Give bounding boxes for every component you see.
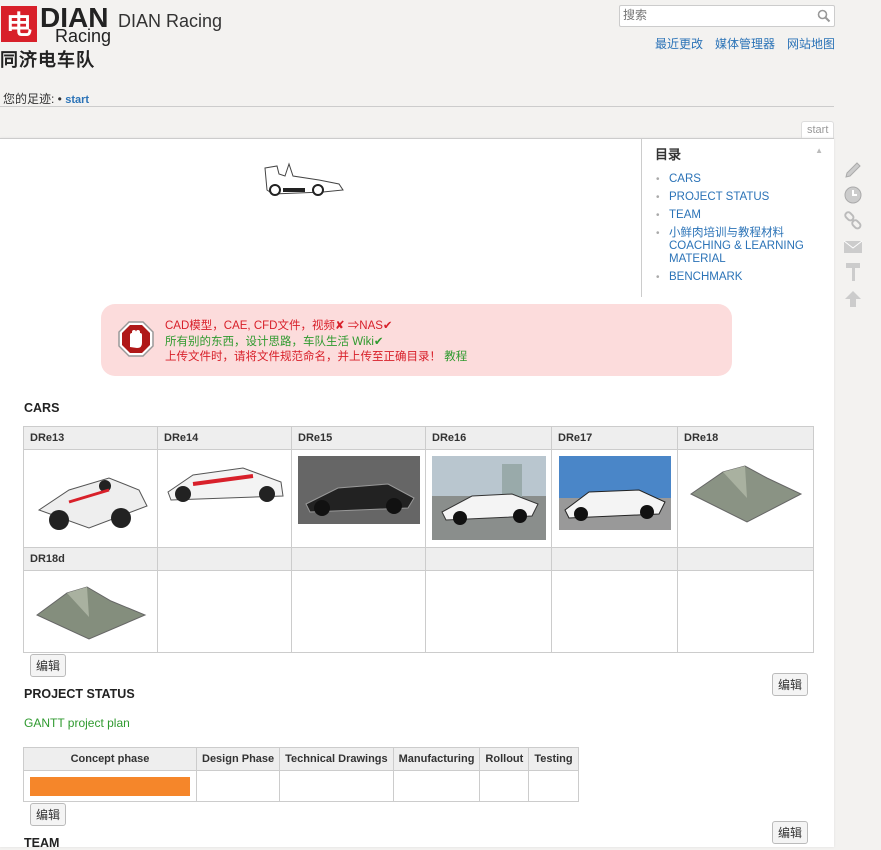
search-input[interactable]: [620, 6, 816, 24]
page-content: 目录 ▲ CARS PROJECT STATUS TEAM 小鲜肉培训与教程材料…: [0, 138, 835, 850]
subscribe-mail-icon[interactable]: [843, 237, 863, 257]
toc-collapse-icon[interactable]: ▲: [815, 146, 823, 155]
edit-button-status-section[interactable]: 编辑: [772, 821, 809, 844]
car-image-cell[interactable]: [291, 449, 426, 548]
edit-button-status-table[interactable]: 编辑: [30, 803, 67, 826]
car-header-dre14: DRe14: [157, 426, 292, 450]
section-heading-team: TEAM: [24, 836, 60, 850]
empty-header-cell: [291, 547, 426, 571]
empty-cell: [677, 570, 814, 653]
car-header-dre13: DRe13: [23, 426, 158, 450]
empty-cell: [392, 770, 481, 802]
car-header-dre15: DRe15: [291, 426, 426, 450]
notice-line-1: CAD模型，CAE, CFD文件，视频✘ ⇒NAS✔: [165, 320, 393, 332]
logo-racing-text: Racing: [55, 26, 112, 46]
empty-header-cell: [157, 547, 292, 571]
section-heading-project-status: PROJECT STATUS: [24, 687, 135, 701]
logo-chinese-text: 同济电车队: [0, 50, 95, 70]
car-header-dre18: DRe18: [677, 426, 814, 450]
sitemap-link[interactable]: 网站地图: [787, 35, 835, 52]
car-photo-dre13[interactable]: [29, 450, 153, 542]
media-manager-link[interactable]: 媒体管理器: [715, 35, 775, 52]
phase-header: Technical Drawings: [279, 747, 394, 771]
toc-item-team[interactable]: TEAM: [656, 209, 819, 222]
car-image-cell[interactable]: [23, 449, 158, 548]
empty-header-cell: [677, 547, 814, 571]
empty-cell: [551, 570, 678, 653]
site-logo[interactable]: 电 DIAN Racing 同济电车队: [0, 2, 112, 70]
old-revisions-clock-icon[interactable]: [843, 185, 863, 205]
empty-cell: [279, 770, 394, 802]
empty-cell: [157, 570, 292, 653]
cars-table: DRe13 DRe14 DRe15 DRe16 DRe17 DRe18 DR18…: [23, 426, 814, 653]
page-id-tab: start: [801, 121, 835, 138]
site-title[interactable]: DIAN Racing: [118, 11, 222, 32]
empty-cell: [291, 570, 426, 653]
empty-cell: [528, 770, 579, 802]
table-row: [23, 449, 814, 548]
car-image-cell[interactable]: [677, 449, 814, 548]
car-photo-dre15[interactable]: [297, 456, 420, 524]
terrain-render-dre18[interactable]: [687, 458, 805, 528]
svg-text:电: 电: [6, 11, 32, 41]
car-header-dre17: DRe17: [551, 426, 678, 450]
table-row: DR18d: [23, 547, 814, 571]
table-row: [23, 570, 814, 653]
outdated-roller-icon[interactable]: [843, 262, 863, 282]
car-image-cell[interactable]: [157, 449, 292, 548]
empty-header-cell: [425, 547, 552, 571]
car-image-cell[interactable]: [551, 449, 678, 548]
phase-header: Testing: [528, 747, 579, 771]
recent-changes-link[interactable]: 最近更改: [655, 35, 703, 52]
car-header-dr18d: DR18d: [23, 547, 158, 571]
edit-button-cars-section[interactable]: 编辑: [772, 673, 809, 696]
car-photo-dre14[interactable]: [163, 450, 287, 510]
gantt-link[interactable]: GANTT project plan: [24, 716, 130, 730]
table-row: DRe13 DRe14 DRe15 DRe16 DRe17 DRe18: [23, 426, 814, 450]
search-box[interactable]: [619, 5, 835, 27]
car-image-cell[interactable]: [425, 449, 552, 548]
phase-header: Manufacturing: [392, 747, 481, 771]
notice-line-3-text: 上传文件时，请将文件规范命名，并上传至正确目录！: [165, 351, 441, 363]
car-photo-dre16[interactable]: [431, 456, 546, 540]
notice-line-2: 所有别的东西，设计思路，车队生活 Wiki✔: [165, 336, 384, 348]
stop-hand-icon: [118, 321, 154, 357]
breadcrumb: 您的足迹: • start: [3, 90, 89, 107]
empty-cell: [479, 770, 530, 802]
backlinks-chain-icon[interactable]: [843, 211, 863, 231]
toc-item-coaching[interactable]: 小鲜肉培训与教程材料 COACHING & LEARNING MATERIAL: [656, 227, 819, 266]
car-image-cell[interactable]: [23, 570, 158, 653]
table-row: [23, 770, 579, 802]
search-icon[interactable]: [817, 9, 831, 23]
notice-line-3: 上传文件时，请将文件规范命名，并上传至正确目录！ 教程: [165, 348, 467, 364]
concept-progress-bar: [30, 776, 190, 796]
empty-cell: [425, 570, 552, 653]
concept-phase-cell: [23, 770, 197, 802]
table-of-contents: 目录 ▲ CARS PROJECT STATUS TEAM 小鲜肉培训与教程材料…: [641, 139, 835, 297]
breadcrumb-start-link[interactable]: start: [65, 94, 89, 106]
toc-item-benchmark[interactable]: BENCHMARK: [656, 271, 819, 284]
header-divider: [0, 106, 834, 107]
empty-header-cell: [551, 547, 678, 571]
edit-button-cars-table[interactable]: 编辑: [30, 654, 67, 677]
table-row: Concept phase Design Phase Technical Dra…: [23, 747, 579, 771]
section-heading-cars: CARS: [24, 401, 60, 415]
project-status-table: Concept phase Design Phase Technical Dra…: [23, 747, 579, 802]
terrain-render-dr18d[interactable]: [33, 579, 149, 643]
car-photo-dre17[interactable]: [558, 456, 671, 530]
toc-item-project-status[interactable]: PROJECT STATUS: [656, 191, 819, 204]
phase-header: Concept phase: [23, 747, 197, 771]
car-header-dre16: DRe16: [425, 426, 552, 450]
toc-title: 目录: [655, 147, 682, 162]
toc-item-cars[interactable]: CARS: [656, 173, 819, 186]
tutorial-link[interactable]: 教程: [444, 351, 467, 363]
car-sketch-image: [264, 162, 344, 196]
edit-pencil-icon[interactable]: [843, 160, 863, 180]
phase-header: Rollout: [479, 747, 530, 771]
back-to-top-arrow-icon[interactable]: [843, 289, 863, 309]
empty-cell: [195, 770, 281, 802]
warning-notice: CAD模型，CAE, CFD文件，视频✘ ⇒NAS✔ 所有别的东西，设计思路，车…: [101, 304, 732, 376]
breadcrumb-label: 您的足迹: •: [3, 92, 62, 106]
phase-header: Design Phase: [195, 747, 281, 771]
